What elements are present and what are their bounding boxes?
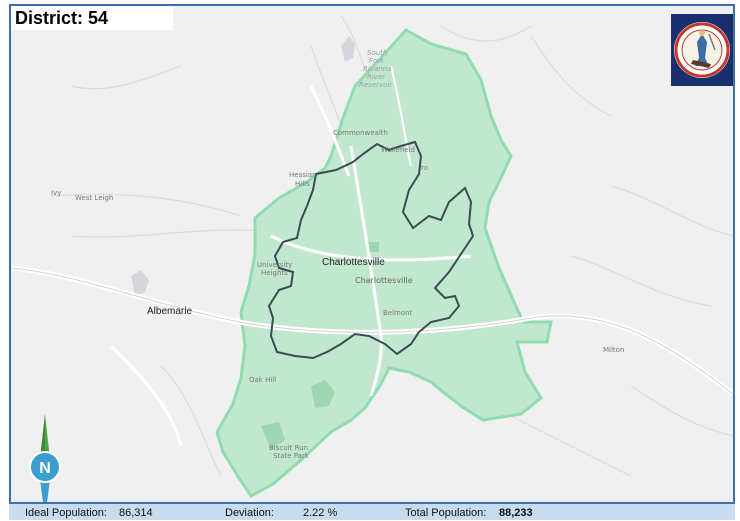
deviation-label: Deviation: [225,507,274,519]
place-label-belmont: Belmont [383,309,413,317]
deviation-value: 2.22 % [303,507,338,519]
place-label-hessian: Hessian [289,171,317,179]
total-population-label: Total Population: [405,507,487,519]
place-label-west-leigh: West Leigh [75,194,114,202]
total-population-value: 88,233 [499,507,533,519]
place-label-reservoir-river: River [367,73,386,81]
place-label-wakefield: Wakefield [381,146,415,154]
ideal-population-label: Ideal Population: [25,507,107,519]
place-label-biscuit-run: Biscuit Run [269,444,309,452]
place-label-hills: Hills [295,180,310,188]
place-label-albemarle: Albemarle [147,306,193,317]
virginia-state-seal-icon [671,14,733,86]
compass-north-letter: N [39,460,51,477]
place-label-reservoir-rivanna: Rivanna [363,65,392,73]
place-label-heights: Heights [261,269,288,277]
place-label-commonwealth: Commonwealth [333,129,388,137]
place-label-university: University [257,261,293,269]
district-title: District: 54 [11,6,173,30]
place-label-milton: Milton [603,346,625,354]
place-label-state-park: State Park [273,452,309,460]
north-arrow-icon: N [25,412,65,502]
place-label-charlottesville-city: Charlottesville [322,257,385,268]
place-label-oak-hill: Oak Hill [249,376,277,384]
place-label-reservoir-south: South [367,49,388,57]
ideal-population-value: 86,314 [119,507,153,519]
map-frame: Charlottesville Charlottesville Albemarl… [9,4,735,504]
place-label-reservoir-fork: Fork [369,57,385,65]
place-label-ro: ro [421,164,429,172]
population-footer: Ideal Population: 86,314 Deviation: 2.22… [9,504,735,520]
place-label-ivy: Ivy [51,189,62,197]
place-label-reservoir: Reservoir [359,81,393,89]
place-label-charlottesville: Charlottesville [355,276,413,285]
